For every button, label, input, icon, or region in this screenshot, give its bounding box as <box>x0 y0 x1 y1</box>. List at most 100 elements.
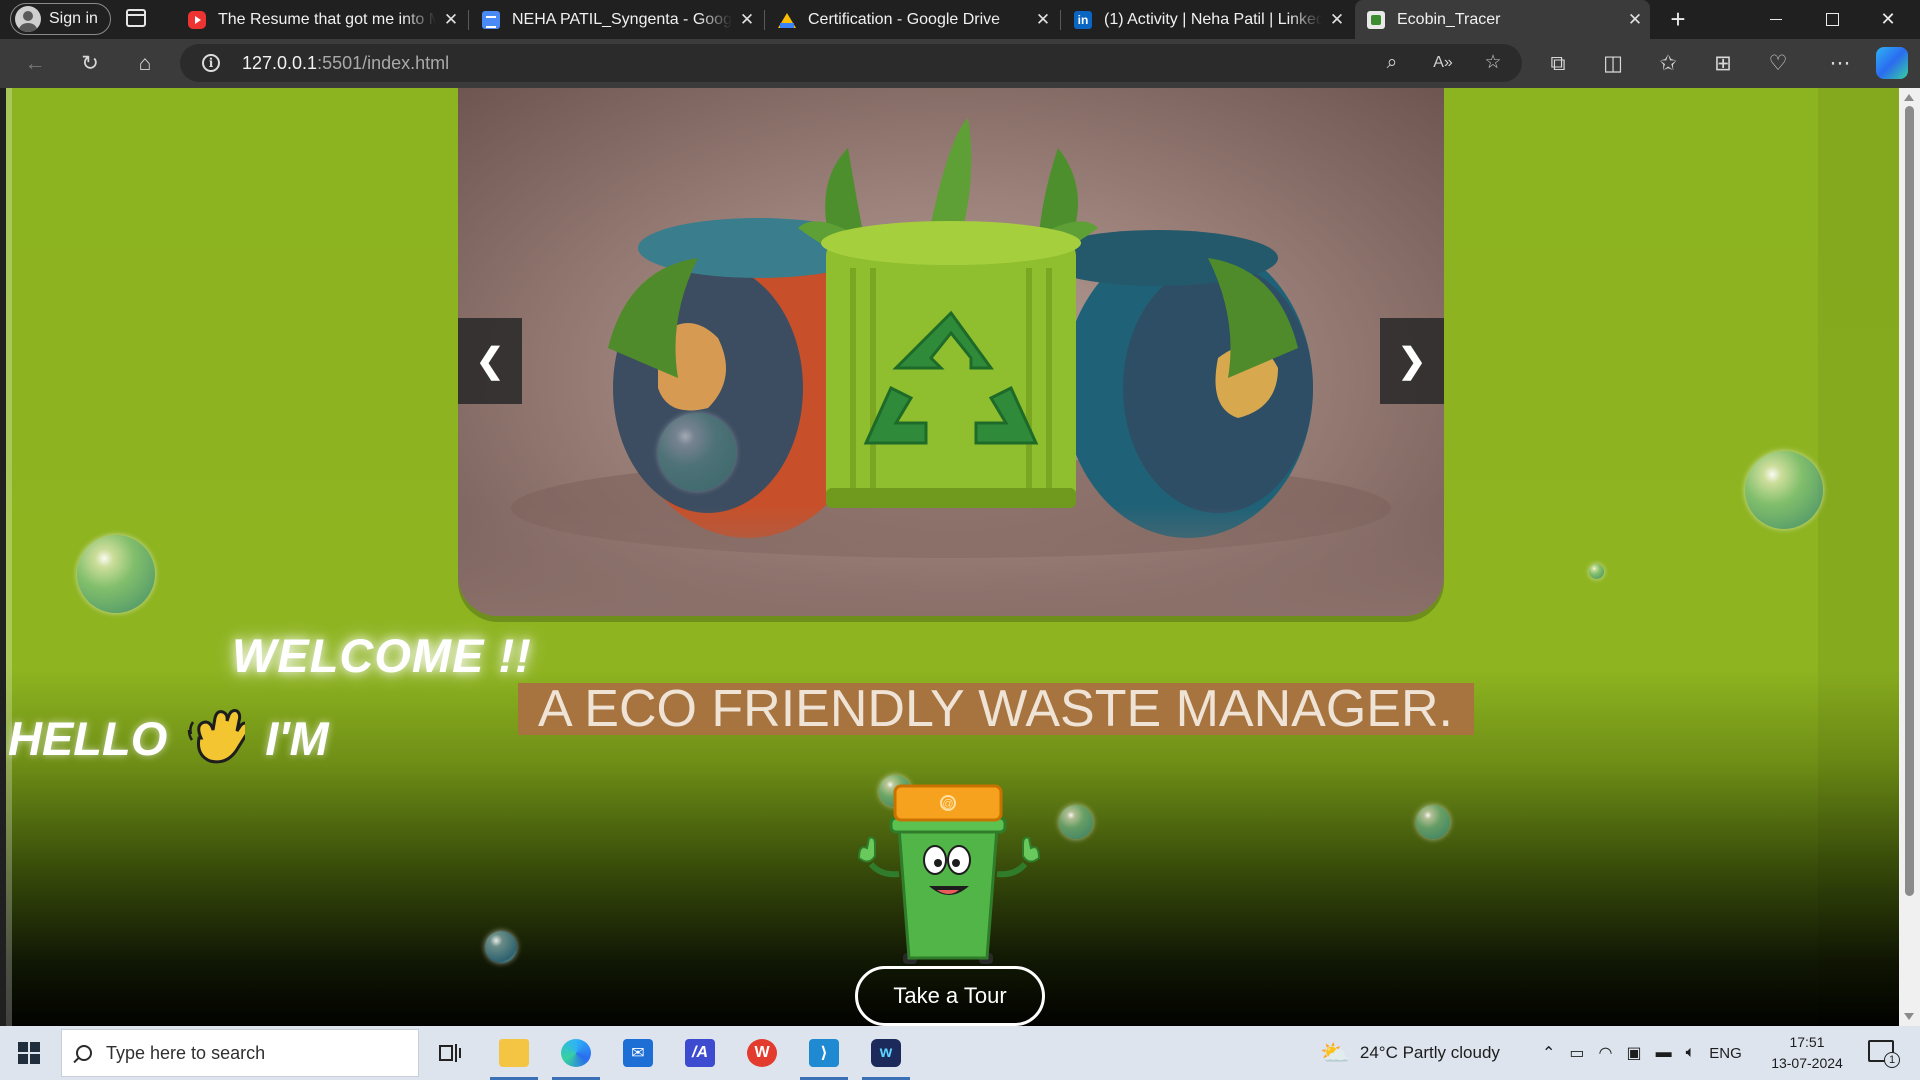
page-viewport: ❮ ❯ WELCOME !! HELLO I'M A ECO FRIENDLY … <box>6 88 1899 1026</box>
favorite-star-icon[interactable]: ☆ <box>1478 48 1508 78</box>
tab-title: Certification - Google Drive <box>808 10 1001 28</box>
page-right-band <box>1818 88 1899 1026</box>
collections-icon[interactable]: ⊞ <box>1708 49 1738 79</box>
close-icon[interactable]: ✕ <box>732 10 762 30</box>
tab-youtube[interactable]: The Resume that got me into Mi ✕ <box>176 0 466 39</box>
taskbar-search[interactable]: Type here to search <box>61 1029 419 1077</box>
extensions-icon[interactable]: ⧉ <box>1543 49 1573 79</box>
file-explorer-icon[interactable] <box>486 1026 542 1080</box>
floating-bubble <box>77 535 155 613</box>
display-icon[interactable]: ▣ <box>1627 1043 1642 1063</box>
clock-date: 13-07-2024 <box>1771 1055 1843 1071</box>
profile-label: Sign in <box>49 10 98 27</box>
close-icon[interactable]: ✕ <box>436 10 466 30</box>
tab-google-docs[interactable]: NEHA PATIL_Syngenta - Google ✕ <box>470 0 762 39</box>
browser-tab-strip: Sign in The Resume that got me into Mi ✕… <box>0 0 1920 39</box>
address-bar[interactable]: i 127.0.0.1:5501/index.html ⌕ A» ☆ <box>180 44 1522 82</box>
window-close-icon[interactable]: ✕ <box>1860 0 1916 39</box>
search-icon <box>76 1045 92 1061</box>
site-info-icon[interactable]: i <box>202 54 220 72</box>
windows-taskbar: Type here to search ✉ /A W ⟩ w ⛅ 24°C Pa… <box>0 1026 1920 1080</box>
tab-actions-icon[interactable] <box>126 9 146 27</box>
floating-bubble <box>1416 805 1450 839</box>
carousel-prev-button[interactable]: ❮ <box>458 318 522 404</box>
browser-toolbar: ← ↻ ⌂ i 127.0.0.1:5501/index.html ⌕ A» ☆… <box>0 39 1920 88</box>
floating-bubble <box>485 931 517 963</box>
meet-now-icon[interactable]: ▭ <box>1569 1043 1584 1063</box>
carousel-next-button[interactable]: ❯ <box>1380 318 1444 404</box>
carousel-floor-shade <box>458 506 1444 616</box>
welcome-heading: WELCOME !! <box>232 629 532 682</box>
profile-avatar-icon <box>15 6 41 32</box>
hello-text: HELLO <box>8 711 168 765</box>
floating-bubble <box>1745 451 1823 529</box>
tab-ecobin-tracer[interactable]: Ecobin_Tracer ✕ <box>1355 0 1650 39</box>
floating-bubble <box>1059 805 1093 839</box>
taskbar-clock[interactable]: 17:51 13-07-2024 <box>1762 1032 1852 1074</box>
language-indicator[interactable]: ENG <box>1709 1045 1742 1062</box>
copilot-icon[interactable] <box>1876 47 1908 79</box>
close-icon[interactable]: ✕ <box>1028 10 1058 30</box>
url-host: 127.0.0.1 <box>242 53 318 73</box>
url-text[interactable]: 127.0.0.1:5501/index.html <box>242 53 449 74</box>
restore-icon[interactable] <box>1804 0 1860 39</box>
linkedin-icon: in <box>1074 10 1092 29</box>
clock-time: 17:51 <box>1789 1034 1825 1050</box>
notification-count: 1 <box>1884 1052 1900 1068</box>
tab-title: NEHA PATIL_Syngenta - Google <box>512 10 732 28</box>
more-options-icon[interactable]: ⋯ <box>1825 49 1855 79</box>
home-icon[interactable]: ⌂ <box>130 49 160 79</box>
tab-google-drive[interactable]: Certification - Google Drive ✕ <box>766 0 1058 39</box>
url-path: :5501/index.html <box>317 53 450 73</box>
scroll-down-icon[interactable] <box>1904 1013 1914 1020</box>
webex-icon[interactable]: w <box>858 1026 914 1080</box>
close-icon[interactable]: ✕ <box>1322 10 1352 30</box>
read-aloud-icon[interactable]: A» <box>1428 48 1458 78</box>
split-screen-icon[interactable]: ◫ <box>1598 49 1628 79</box>
weather-text: 24°C Partly cloudy <box>1359 1043 1500 1062</box>
windows-start-icon[interactable] <box>0 1026 58 1080</box>
tab-title: The Resume that got me into Mi <box>218 10 436 28</box>
youtube-icon <box>188 10 206 29</box>
favorites-icon[interactable]: ✩ <box>1653 49 1683 79</box>
zoom-icon[interactable]: ⌕ <box>1377 48 1407 78</box>
minimize-icon[interactable] <box>1748 0 1804 39</box>
ide-icon[interactable]: /A <box>672 1026 728 1080</box>
battery-icon[interactable]: ▬ <box>1656 1044 1672 1062</box>
wps-office-icon[interactable]: W <box>734 1026 790 1080</box>
browser-essentials-icon[interactable]: ♡ <box>1763 49 1793 79</box>
take-a-tour-button[interactable]: Take a Tour <box>855 966 1045 1026</box>
close-icon[interactable]: ✕ <box>1620 10 1650 30</box>
scroll-up-icon[interactable] <box>1904 94 1914 101</box>
edge-browser-icon[interactable] <box>548 1026 604 1080</box>
hello-heading: HELLO I'M <box>8 708 329 768</box>
chevron-up-icon[interactable]: ⌃ <box>1542 1043 1555 1063</box>
waving-hand-icon <box>187 708 252 768</box>
floating-bubble <box>1589 564 1604 579</box>
tab-linkedin[interactable]: in (1) Activity | Neha Patil | LinkedIn … <box>1062 0 1352 39</box>
profile-button[interactable]: Sign in <box>10 3 111 35</box>
google-docs-icon <box>482 10 500 29</box>
refresh-icon[interactable]: ↻ <box>75 49 105 79</box>
new-tab-button[interactable]: + <box>1663 4 1693 34</box>
partly-cloudy-icon: ⛅ <box>1320 1039 1350 1067</box>
taskbar-search-placeholder: Type here to search <box>106 1042 266 1063</box>
wifi-icon[interactable]: ◠ <box>1599 1043 1613 1063</box>
floating-bubble <box>658 413 736 491</box>
mail-icon[interactable]: ✉ <box>610 1026 666 1080</box>
google-drive-icon <box>778 11 796 29</box>
tab-separator <box>468 10 469 30</box>
im-text: I'M <box>265 711 329 765</box>
ecobin-favicon <box>1367 10 1385 29</box>
trash-bin-mascot-icon: @ <box>857 784 1041 964</box>
mascot-lid-symbol: @ <box>942 798 953 810</box>
back-icon[interactable]: ← <box>20 49 50 79</box>
notification-icon[interactable]: 1 <box>1868 1040 1900 1068</box>
weather-widget[interactable]: ⛅ 24°C Partly cloudy <box>1320 1026 1500 1080</box>
scroll-thumb[interactable] <box>1905 106 1914 896</box>
task-view-icon[interactable] <box>422 1026 478 1080</box>
volume-icon[interactable]: 🔈︎ <box>1686 1044 1696 1062</box>
vscode-icon[interactable]: ⟩ <box>796 1026 852 1080</box>
tab-title: (1) Activity | Neha Patil | LinkedIn <box>1104 10 1322 28</box>
page-scrollbar[interactable] <box>1899 88 1920 1026</box>
